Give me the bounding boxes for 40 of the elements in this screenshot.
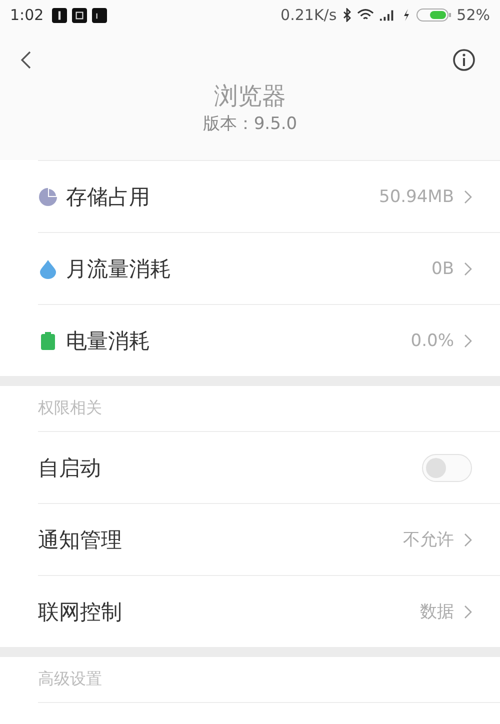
chevron-right-icon: [464, 334, 472, 348]
bluetooth-icon: [342, 8, 352, 22]
row-value: 不允许: [403, 529, 454, 551]
settings-row[interactable]: 通知管理 不允许: [38, 503, 500, 575]
section-title: 高级设置: [38, 669, 102, 690]
row-value: 数据: [420, 601, 454, 623]
row-label: 通知管理: [38, 526, 122, 554]
row-value: 0.0%: [410, 330, 454, 350]
chevron-right-icon: [464, 190, 472, 204]
back-icon[interactable]: [20, 50, 32, 70]
section-title: 权限相关: [38, 398, 102, 419]
pie-chart-icon: [38, 186, 58, 206]
battery-icon: [416, 7, 452, 23]
battery-percent: 52%: [456, 6, 490, 24]
toggle-switch[interactable]: [422, 454, 472, 482]
chevron-right-icon: [464, 262, 472, 276]
info-icon[interactable]: [452, 48, 476, 72]
status-time: 1:02: [10, 6, 44, 24]
chevron-right-icon: [464, 604, 472, 618]
wifi-icon: [356, 8, 374, 22]
notification-icon: [52, 8, 67, 22]
row-value: 0B: [432, 258, 454, 278]
signal-icon: [378, 8, 396, 22]
battery-icon: [38, 330, 58, 350]
app-title: 浏览器: [214, 81, 286, 112]
network-speed: 0.21K/s: [280, 6, 337, 24]
chevron-right-icon: [464, 532, 472, 546]
settings-row[interactable]: 自启动: [38, 431, 500, 503]
settings-row[interactable]: 月流量消耗 0B: [38, 232, 500, 304]
version-text: 版本：9.5.0: [202, 113, 298, 135]
row-value: 50.94MB: [379, 186, 454, 206]
row-label: 联网控制: [38, 598, 122, 626]
row-label: 月流量消耗: [66, 256, 171, 282]
row-label: 电量消耗: [66, 328, 150, 354]
water-drop-icon: [38, 258, 58, 278]
row-label: 自启动: [38, 454, 101, 482]
notification-icon: [92, 8, 107, 22]
settings-row[interactable]: 存储占用 50.94MB: [38, 160, 500, 232]
row-label: 存储占用: [66, 184, 150, 210]
notification-icon: [72, 8, 87, 22]
